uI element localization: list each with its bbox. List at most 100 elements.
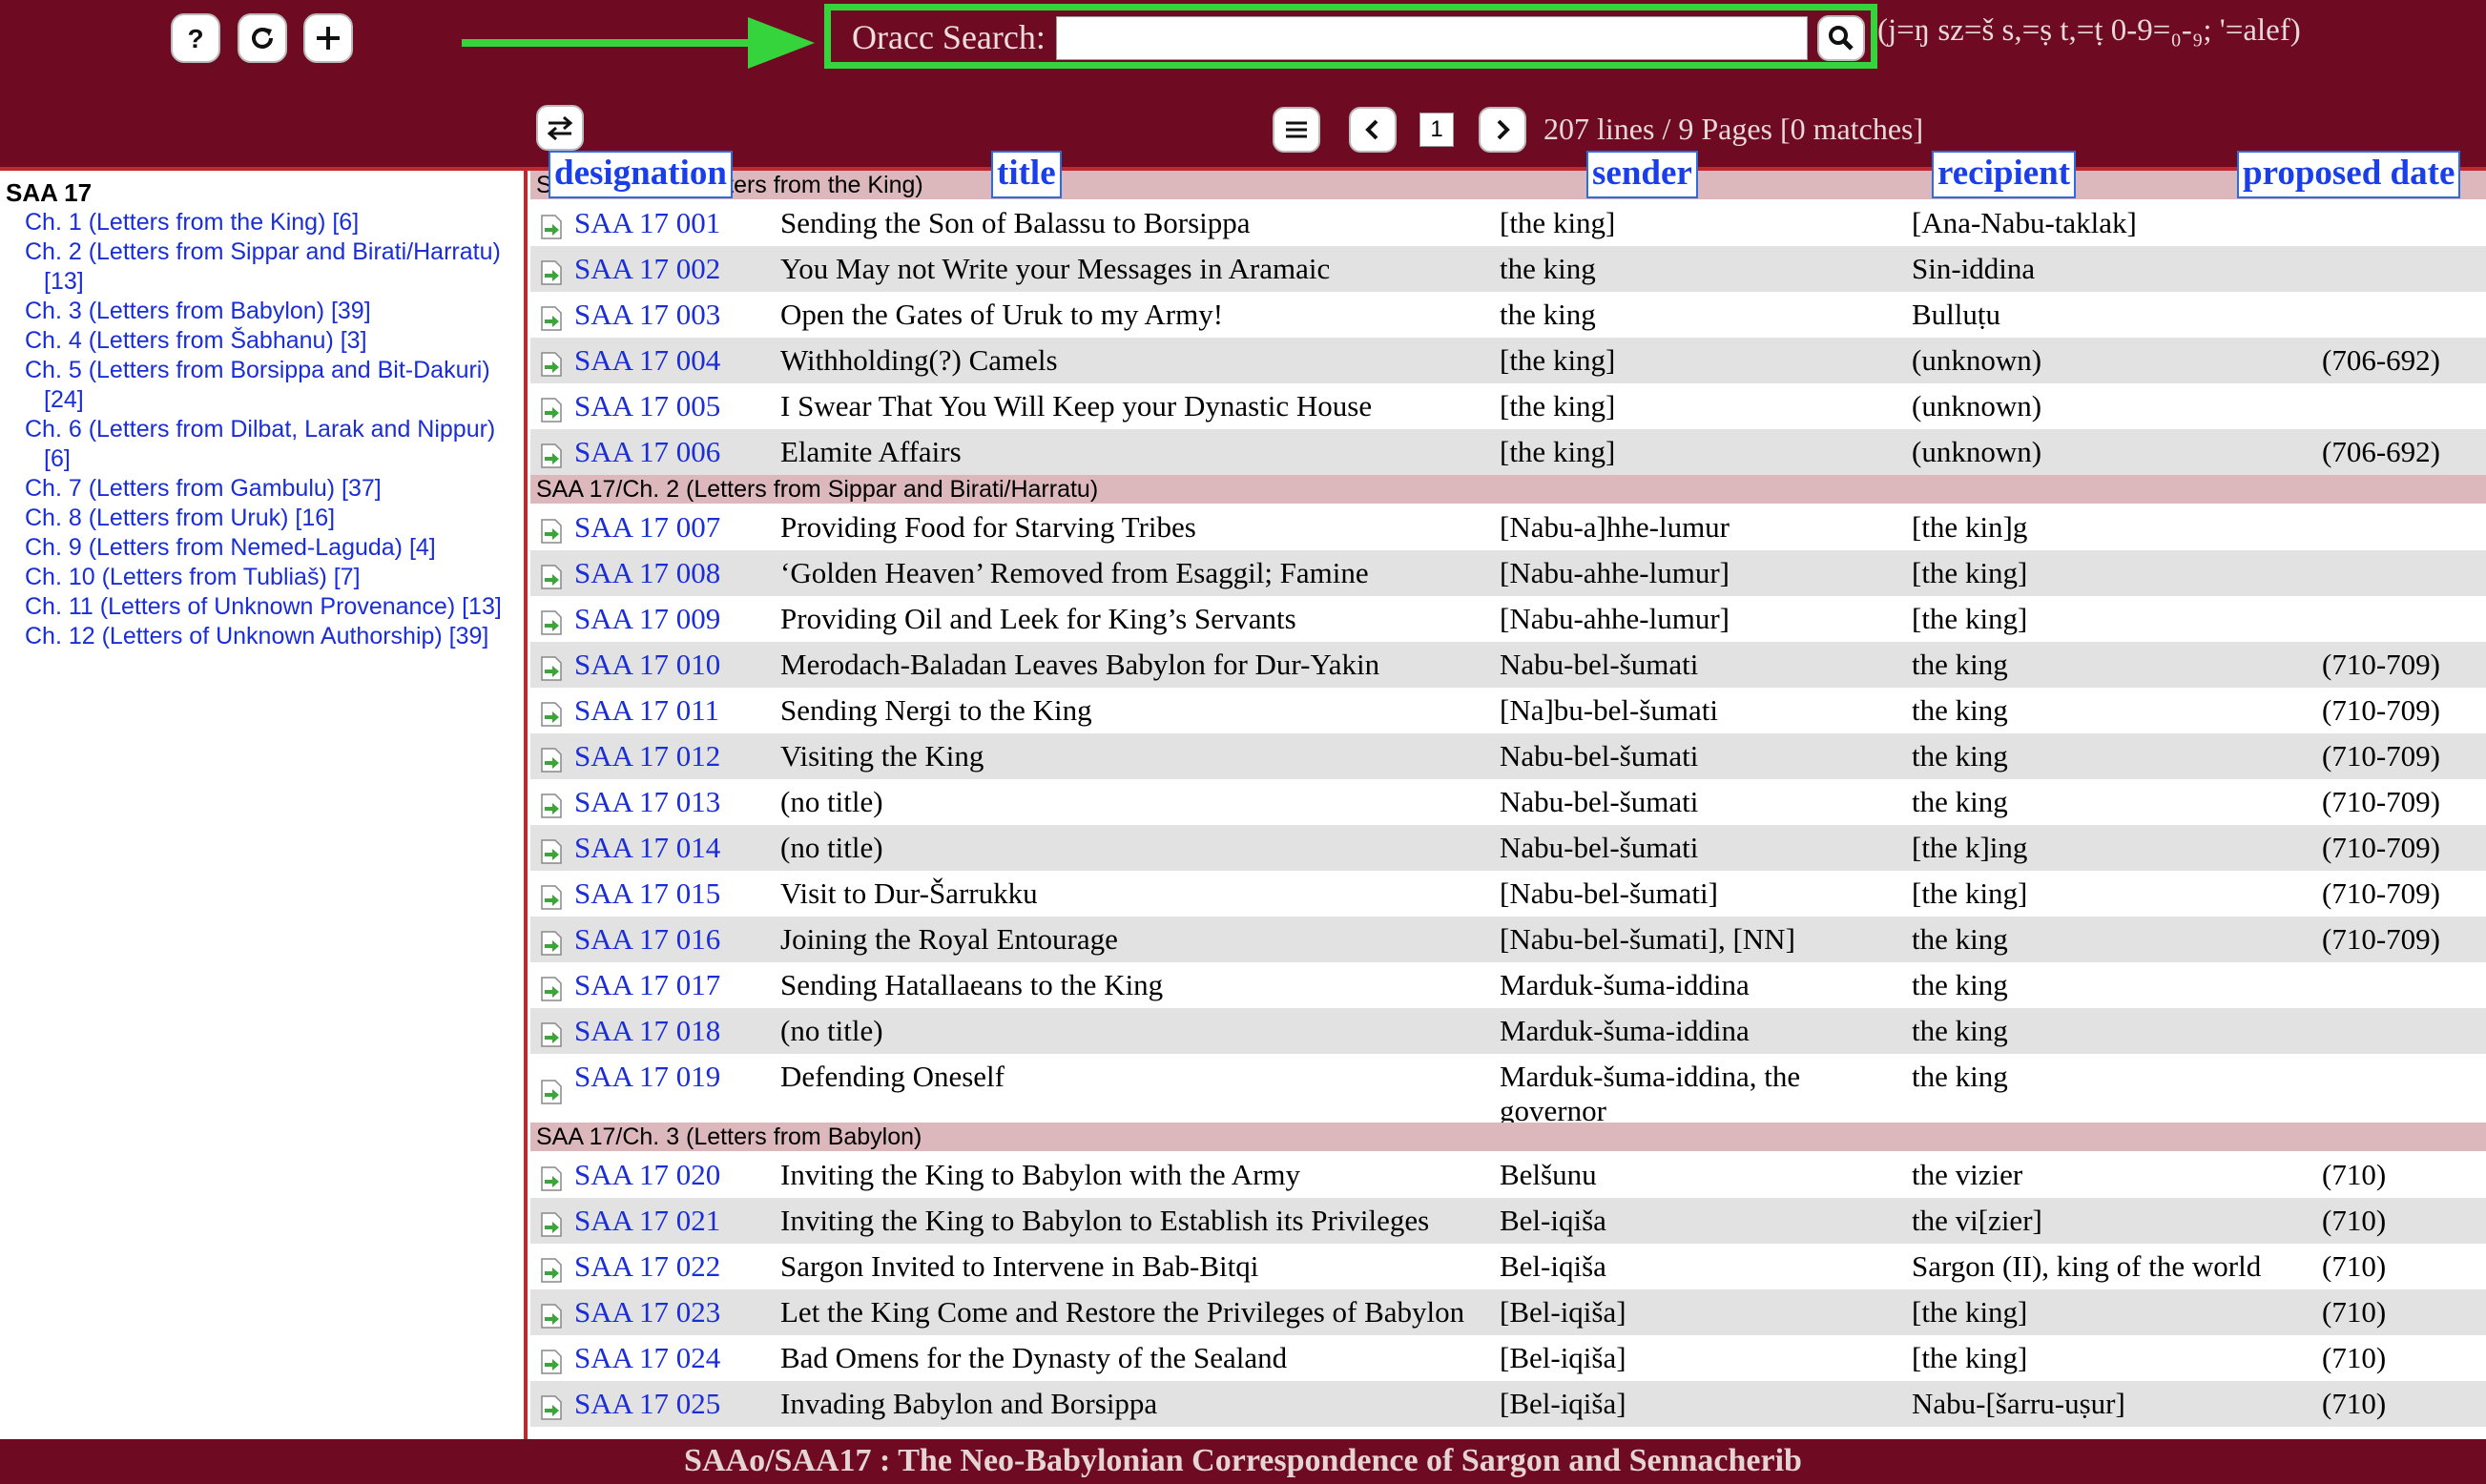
designation-link[interactable]: SAA 17 002 xyxy=(574,252,720,286)
sidebar-chapter-link[interactable]: Ch. 3 (Letters from Babylon) [39] xyxy=(25,297,525,326)
document-arrow-icon[interactable] xyxy=(538,1257,565,1284)
designation-link[interactable]: SAA 17 005 xyxy=(574,389,720,423)
date-cell: (710-709) xyxy=(2322,648,2440,681)
designation-link[interactable]: SAA 17 023 xyxy=(574,1295,720,1329)
document-arrow-icon[interactable] xyxy=(538,747,565,773)
designation-link[interactable]: SAA 17 017 xyxy=(574,968,720,1002)
document-arrow-icon[interactable] xyxy=(538,884,565,911)
designation-link[interactable]: SAA 17 016 xyxy=(574,922,720,957)
table-row: SAA 17 014 (no title) Nabu-bel-šumati [the … xyxy=(530,825,2486,871)
document-arrow-icon[interactable] xyxy=(538,609,565,636)
search-button[interactable] xyxy=(1817,15,1865,61)
document-arrow-icon[interactable] xyxy=(538,1021,565,1048)
document-arrow-icon[interactable] xyxy=(538,564,565,590)
document-arrow-icon[interactable] xyxy=(538,1165,565,1192)
chevron-right-icon xyxy=(1497,119,1510,140)
sidebar-chapter-link[interactable]: Ch. 6 (Letters from Dilbat, Larak and Ni… xyxy=(25,415,525,474)
recipient-cell: Sargon (II), king of the world xyxy=(1912,1249,2262,1283)
title-cell: Visit to Dur-Šarrukku xyxy=(780,876,1038,910)
sidebar-chapter-link[interactable]: Ch. 7 (Letters from Gambulu) [37] xyxy=(25,474,525,504)
swap-button[interactable] xyxy=(536,105,584,151)
title-cell: You May not Write your Messages in Arama… xyxy=(780,252,1331,285)
sidebar-chapter-label: Ch. 6 (Letters from Dilbat, Larak and Ni… xyxy=(25,416,496,443)
designation-link[interactable]: SAA 17 007 xyxy=(574,510,720,545)
designation-link[interactable]: SAA 17 009 xyxy=(574,602,720,636)
designation-link[interactable]: SAA 17 012 xyxy=(574,739,720,773)
designation-link[interactable]: SAA 17 018 xyxy=(574,1014,720,1048)
document-arrow-icon[interactable] xyxy=(538,518,565,545)
menu-button[interactable] xyxy=(1273,107,1320,153)
sender-cell: Belšunu xyxy=(1500,1158,1597,1191)
document-arrow-icon[interactable] xyxy=(538,443,565,469)
designation-link[interactable]: SAA 17 022 xyxy=(574,1249,720,1284)
document-arrow-icon[interactable] xyxy=(538,351,565,378)
document-arrow-icon[interactable] xyxy=(538,838,565,865)
sender-cell: [Bel-iqiša] xyxy=(1500,1341,1626,1374)
document-arrow-icon[interactable] xyxy=(538,259,565,286)
document-arrow-icon[interactable] xyxy=(538,1349,565,1375)
sidebar-chapter-link[interactable]: Ch. 2 (Letters from Sippar and Birati/Ha… xyxy=(25,237,525,297)
sidebar-chapter-link[interactable]: Ch. 5 (Letters from Borsippa and Bit-Dak… xyxy=(25,356,525,415)
date-cell: (710) xyxy=(2322,1387,2387,1420)
sidebar-chapter-link[interactable]: Ch. 9 (Letters from Nemed-Laguda) [4] xyxy=(25,533,525,563)
recipient-cell: [the king] xyxy=(1912,602,2028,635)
document-arrow-icon[interactable] xyxy=(538,1394,565,1421)
designation-link[interactable]: SAA 17 021 xyxy=(574,1204,720,1238)
document-arrow-icon[interactable] xyxy=(538,1211,565,1238)
designation-link[interactable]: SAA 17 025 xyxy=(574,1387,720,1421)
page-number-input[interactable] xyxy=(1419,113,1454,147)
designation-link[interactable]: SAA 17 010 xyxy=(574,648,720,682)
table-row: SAA 17 009 Providing Oil and Leek for Kin… xyxy=(530,596,2486,642)
table-row: SAA 17 010 Merodach-Baladan Leaves Babylo… xyxy=(530,642,2486,688)
designation-link[interactable]: SAA 17 020 xyxy=(574,1158,720,1192)
add-button[interactable] xyxy=(303,13,353,63)
document-arrow-icon[interactable] xyxy=(538,655,565,682)
document-arrow-icon[interactable] xyxy=(538,930,565,957)
document-arrow-icon[interactable] xyxy=(538,1303,565,1329)
sender-cell: [Nabu-bel-šumati] xyxy=(1500,876,1718,910)
designation-link[interactable]: SAA 17 014 xyxy=(574,831,720,865)
designation-link[interactable]: SAA 17 013 xyxy=(574,785,720,819)
designation-link[interactable]: SAA 17 015 xyxy=(574,876,720,911)
sidebar-chapter-link[interactable]: Ch. 8 (Letters from Uruk) [16] xyxy=(25,504,525,533)
designation-link[interactable]: SAA 17 003 xyxy=(574,298,720,332)
document-arrow-icon[interactable] xyxy=(538,397,565,423)
help-button[interactable]: ? xyxy=(171,13,220,63)
title-cell: Defending Oneself xyxy=(780,1060,1005,1093)
sidebar-chapter-link[interactable]: Ch. 1 (Letters from the King) [6] xyxy=(25,208,525,237)
date-cell: (710) xyxy=(2322,1341,2387,1374)
document-arrow-icon[interactable] xyxy=(538,701,565,728)
sender-cell: [Bel-iqiša] xyxy=(1500,1387,1626,1420)
reset-button[interactable] xyxy=(238,13,287,63)
sidebar-chapter-link[interactable]: Ch. 12 (Letters of Unknown Authorship) [… xyxy=(25,622,525,651)
title-cell: Inviting the King to Babylon with the Ar… xyxy=(780,1158,1301,1191)
sidebar-chapter-link[interactable]: Ch. 4 (Letters from Šabhanu) [3] xyxy=(25,326,525,356)
prev-page-button[interactable] xyxy=(1349,107,1397,153)
section-header: SAA 17/Ch. 1 (Letters from the King) xyxy=(530,171,2486,199)
designation-link[interactable]: SAA 17 019 xyxy=(574,1060,720,1094)
document-arrow-icon[interactable] xyxy=(538,793,565,819)
designation-link[interactable]: SAA 17 004 xyxy=(574,343,720,378)
designation-link[interactable]: SAA 17 008 xyxy=(574,556,720,590)
document-arrow-icon[interactable] xyxy=(538,305,565,332)
sender-cell: Marduk-šuma-iddina, the xyxy=(1500,1060,1801,1093)
table-row: SAA 17 003 Open the Gates of Uruk to my A… xyxy=(530,292,2486,338)
sender-cell: the king xyxy=(1500,298,1596,331)
designation-link[interactable]: SAA 17 024 xyxy=(574,1341,720,1375)
sidebar-chapter-link[interactable]: Ch. 11 (Letters of Unknown Provenance) [… xyxy=(25,592,525,622)
next-page-button[interactable] xyxy=(1479,107,1526,153)
designation-link[interactable]: SAA 17 001 xyxy=(574,206,720,240)
recipient-cell: (unknown) xyxy=(1912,435,2042,468)
sender-cell: [the king] xyxy=(1500,206,1616,239)
sidebar-chapter-link[interactable]: Ch. 10 (Letters from Tubliaš) [7] xyxy=(25,563,525,592)
document-arrow-icon[interactable] xyxy=(538,214,565,240)
chapter-sidebar: SAA 17 Ch. 1 (Letters from the King) [6]… xyxy=(0,171,528,1439)
column-label-title: title xyxy=(991,151,1062,198)
designation-link[interactable]: SAA 17 006 xyxy=(574,435,720,469)
document-arrow-icon[interactable] xyxy=(538,1079,565,1105)
sender-cell: [Nabu-ahhe-lumur] xyxy=(1500,602,1730,635)
search-input[interactable] xyxy=(1056,16,1808,60)
designation-link[interactable]: SAA 17 011 xyxy=(574,693,719,728)
table-row: SAA 17 022 Sargon Invited to Intervene in… xyxy=(530,1244,2486,1289)
document-arrow-icon[interactable] xyxy=(538,976,565,1002)
